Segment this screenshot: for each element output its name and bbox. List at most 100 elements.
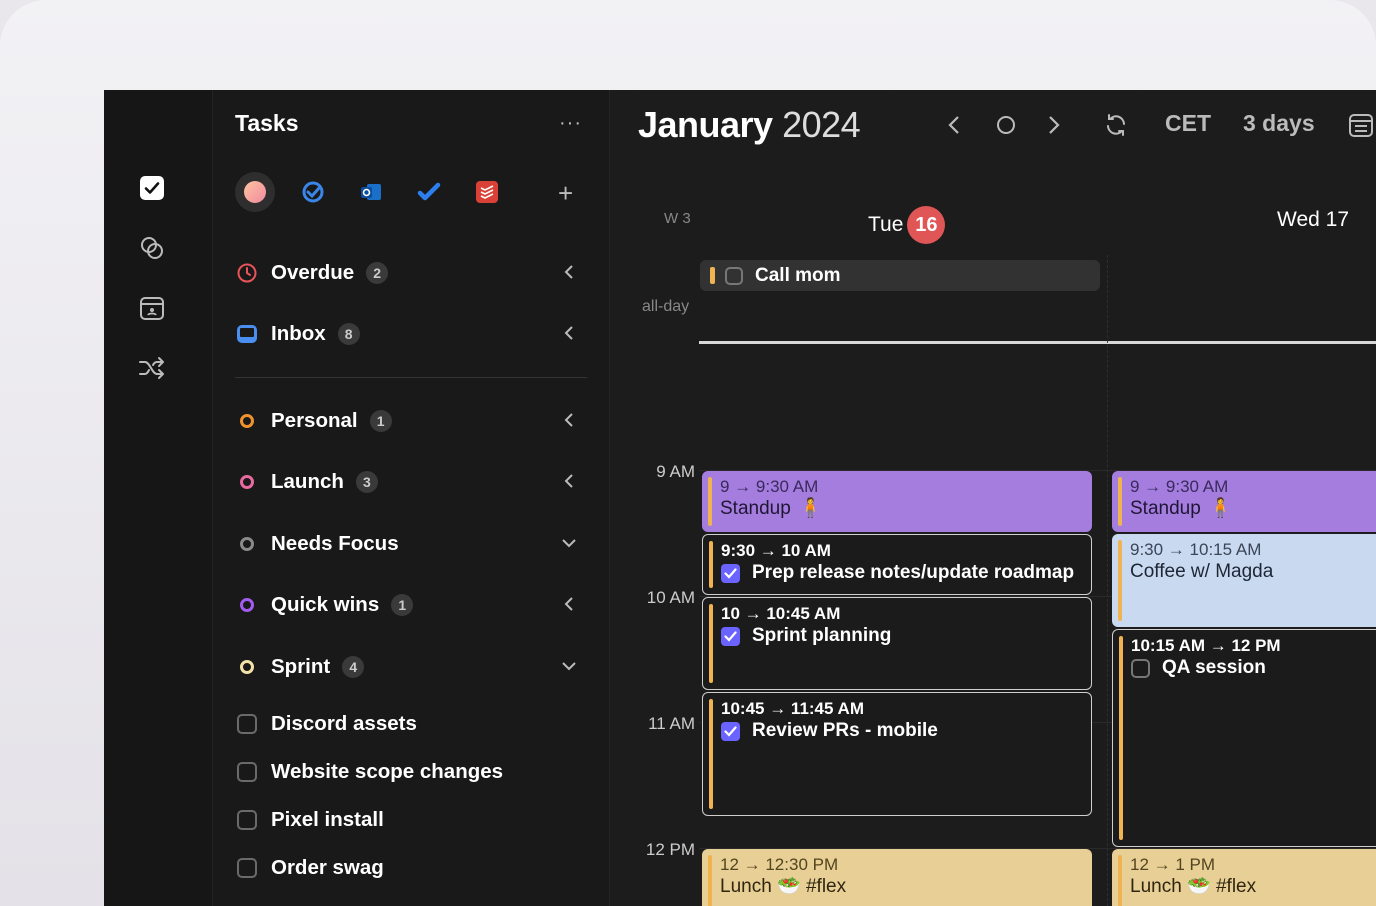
checked-checkbox[interactable] — [721, 721, 740, 741]
sidebar-item-sprint[interactable]: Sprint 4 — [235, 651, 585, 683]
sidebar-item-label: Personal — [271, 409, 358, 432]
week-number: W 3 — [664, 210, 691, 227]
event-color-bar — [709, 604, 713, 683]
event-standup-wed[interactable]: 9 → 9:30 AM Standup 🧍 — [1112, 471, 1376, 532]
event-color-bar — [708, 855, 712, 906]
view-selector[interactable]: 3 days — [1243, 110, 1315, 137]
window-frame: Tasks ··· + Overdue 2 Inbox 8 Personal 1… — [0, 0, 1376, 906]
event-review-prs[interactable]: 10:45 → 11:45 AM Review PRs - mobile — [702, 692, 1092, 816]
task-label: Order swag — [271, 856, 384, 879]
inbox-icon — [235, 322, 259, 346]
microsoft-todo-icon[interactable] — [409, 172, 449, 212]
task-checkbox[interactable] — [237, 810, 257, 830]
chevron-down-icon[interactable] — [559, 655, 579, 677]
today-button[interactable] — [994, 110, 1018, 140]
event-sprint-planning[interactable]: 10 → 10:45 AM Sprint planning — [702, 597, 1092, 690]
calendar-icon[interactable] — [1346, 110, 1376, 140]
chevron-down-icon[interactable] — [559, 532, 579, 554]
sidebar-item-label: Overdue — [271, 261, 355, 284]
more-options-button[interactable]: ··· — [559, 112, 582, 135]
task-label: Website scope changes — [271, 760, 504, 783]
event-time: 9:30 → 10 AM — [721, 541, 831, 560]
all-day-separator — [699, 341, 1376, 344]
event-checkbox[interactable] — [1131, 658, 1150, 678]
event-title: Standup — [1130, 498, 1201, 519]
todoist-icon[interactable] — [467, 172, 507, 212]
task-checkbox[interactable] — [237, 714, 257, 734]
sidebar-item-inbox[interactable]: Inbox 8 — [235, 318, 585, 350]
sidebar-item-launch[interactable]: Launch 3 — [235, 466, 585, 498]
checked-checkbox[interactable] — [721, 626, 740, 646]
event-color-bar — [710, 267, 715, 284]
today-badge: 16 — [907, 206, 946, 244]
event-checkbox[interactable] — [725, 266, 743, 285]
event-qa-session[interactable]: 10:15 AM → 12 PM QA session — [1112, 629, 1376, 847]
count-badge: 2 — [366, 262, 389, 284]
all-day-event[interactable]: Call mom — [700, 260, 1100, 291]
tasks-icon[interactable] — [138, 174, 166, 202]
app-window: Tasks ··· + Overdue 2 Inbox 8 Personal 1… — [104, 90, 1376, 906]
add-account-button[interactable]: + — [558, 180, 573, 206]
event-time: 9 → 9:30 AM — [1130, 477, 1229, 496]
event-title: QA session — [1162, 657, 1266, 678]
event-standup-tue[interactable]: 9 → 9:30 AM Standup 🧍 — [702, 471, 1092, 532]
sidebar-item-label: Needs Focus — [271, 532, 399, 555]
event-color-bar — [1118, 855, 1122, 906]
shuffle-icon[interactable] — [138, 354, 166, 382]
hour-label: 11 AM — [648, 714, 695, 733]
count-badge: 8 — [337, 323, 360, 345]
chevron-left-icon[interactable] — [559, 470, 579, 492]
day-header-tue[interactable]: Tue 16 — [868, 206, 946, 244]
person-icon: 🧍 — [798, 498, 823, 519]
sidebar-item-label: Sprint — [271, 655, 331, 678]
hour-label: 10 AM — [646, 588, 695, 607]
sidebar-item-overdue[interactable]: Overdue 2 — [235, 257, 585, 289]
event-title: Sprint planning — [752, 625, 892, 646]
account-avatar[interactable] — [235, 172, 275, 212]
chevron-left-icon[interactable] — [559, 322, 579, 344]
sidebar-item-needs-focus[interactable]: Needs Focus — [235, 528, 585, 560]
chevron-left-icon[interactable] — [559, 261, 579, 283]
task-item[interactable]: Order swag — [235, 852, 585, 884]
task-item[interactable]: Discord assets — [235, 708, 585, 740]
chevron-left-icon[interactable] — [559, 593, 579, 615]
task-item[interactable]: Pixel install — [235, 804, 585, 836]
timezone-button[interactable]: CET — [1165, 110, 1211, 137]
task-item[interactable]: Website scope changes — [235, 756, 585, 788]
day-header-wed[interactable]: Wed 17 — [1277, 208, 1349, 232]
event-title: Review PRs - mobile — [752, 720, 938, 741]
event-title: Standup — [720, 498, 791, 519]
refresh-icon[interactable] — [1102, 110, 1130, 140]
event-title: Lunch 🥗 #flex — [1130, 876, 1257, 897]
checked-checkbox[interactable] — [721, 563, 740, 583]
event-lunch-wed[interactable]: 12 → 1 PM Lunch 🥗 #flex — [1112, 849, 1376, 906]
month-title: January 2024 — [638, 104, 861, 146]
todo-app-icon[interactable] — [293, 172, 333, 212]
task-checkbox-wrap — [235, 856, 259, 880]
sidebar-item-quick-wins[interactable]: Quick wins 1 — [235, 589, 585, 621]
event-prep-release[interactable]: 9:30 → 10 AM Prep release notes/update r… — [702, 534, 1092, 595]
task-checkbox[interactable] — [237, 762, 257, 782]
project-dot-icon — [235, 470, 259, 494]
sidebar-item-personal[interactable]: Personal 1 — [235, 405, 585, 437]
chevron-left-icon[interactable] — [559, 409, 579, 431]
calendar-contact-icon[interactable] — [138, 294, 166, 322]
project-dot-icon — [235, 532, 259, 556]
previous-button[interactable] — [942, 110, 966, 140]
event-title: Call mom — [755, 264, 841, 286]
event-coffee-magda[interactable]: 9:30 → 10:15 AM Coffee w/ Magda — [1112, 534, 1376, 627]
event-color-bar — [1118, 540, 1122, 621]
link-icon[interactable] — [138, 234, 166, 262]
task-checkbox[interactable] — [237, 858, 257, 878]
clock-icon — [235, 261, 259, 285]
event-time: 9:30 → 10:15 AM — [1130, 540, 1262, 559]
divider — [235, 377, 587, 378]
event-color-bar — [1118, 477, 1122, 526]
project-dot-icon — [235, 409, 259, 433]
all-day-label: all-day — [642, 298, 690, 315]
event-lunch-tue[interactable]: 12 → 12:30 PM Lunch 🥗 #flex — [702, 849, 1092, 906]
task-checkbox-wrap — [235, 760, 259, 784]
next-button[interactable] — [1042, 110, 1066, 140]
project-dot-icon — [235, 655, 259, 679]
outlook-icon[interactable] — [351, 172, 391, 212]
